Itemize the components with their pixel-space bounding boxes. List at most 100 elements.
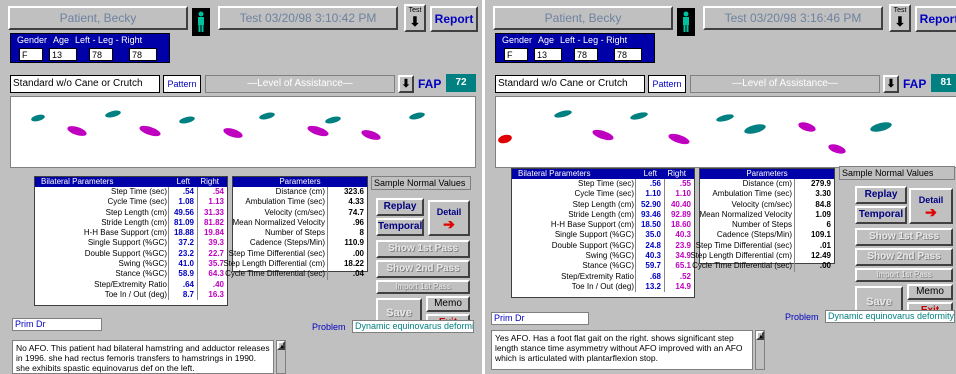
left-value: 23.2 — [168, 248, 195, 260]
fap-score: 72 — [446, 74, 476, 92]
level-of-assistance[interactable]: —Level of Assistance— — [690, 75, 880, 93]
notes-scrollbar[interactable]: ▲ — [755, 330, 765, 370]
right-value: .40 — [197, 279, 225, 290]
sample-normal-values[interactable]: Sample Normal Values — [371, 176, 471, 190]
param-label: Cycle Time Differential (sec) — [225, 269, 325, 279]
show-1st-pass-button[interactable]: Show 1st Pass — [855, 228, 953, 246]
temporal-button[interactable]: Temporal — [376, 218, 424, 236]
show-2nd-pass-button[interactable]: Show 2nd Pass — [855, 248, 953, 266]
right-footprint — [827, 142, 847, 156]
parameter-row: Velocity (cm/sec) 84.8 — [700, 199, 834, 210]
demographics-box: Gender Age Left - Leg - Right F 13 78 78 — [10, 33, 170, 63]
level-dropdown-button[interactable]: ⬇ — [398, 75, 414, 93]
param-value: 8 — [327, 228, 365, 239]
parameters-header: Parameters — [233, 177, 367, 187]
bilateral-row: Cycle Time (sec) 1.10 1.10 — [512, 189, 694, 200]
param-value: 323.6 — [327, 187, 365, 198]
show-1st-pass-button[interactable]: Show 1st Pass — [376, 240, 470, 258]
notes-scrollbar[interactable]: ▲ — [276, 340, 286, 374]
test-select-button[interactable]: Test ⬇ — [404, 4, 426, 32]
memo-button[interactable]: Memo — [907, 284, 953, 300]
param-label: Stance (%GC) — [115, 269, 167, 279]
age-field[interactable]: 13 — [49, 48, 77, 61]
test-datetime[interactable]: Test 03/20/98 3:10:42 PM — [218, 6, 398, 30]
right-value: 14.9 — [664, 281, 692, 293]
condition-field[interactable]: Standard w/o Cane or Crutch — [10, 75, 160, 93]
test-select-button[interactable]: Test ⬇ — [889, 4, 911, 32]
gender-field[interactable]: F — [504, 48, 528, 61]
bilateral-row: Cycle Time (sec) 1.08 1.13 — [35, 197, 227, 208]
footprint-display — [10, 96, 476, 168]
primary-doctor-field[interactable]: Prim Dr — [12, 318, 102, 331]
param-value: 1.09 — [794, 209, 832, 221]
param-value: 6 — [794, 220, 832, 231]
parameter-row: Velocity (cm/sec) 74.7 — [233, 207, 367, 218]
gender-field[interactable]: F — [19, 48, 43, 61]
left-leg-field[interactable]: 78 — [574, 48, 598, 61]
primary-doctor-field[interactable]: Prim Dr — [491, 312, 589, 325]
right-value: 40.3 — [664, 230, 692, 241]
left-leg-field[interactable]: 78 — [89, 48, 113, 61]
test-panel-left: Patient, Becky Test 03/20/98 3:10:42 PM … — [0, 0, 482, 374]
bilateral-row: Stride Length (cm) 81.09 81.82 — [35, 217, 227, 229]
detail-button[interactable]: Detail ➔ — [909, 188, 953, 224]
test-datetime[interactable]: Test 03/20/98 3:16:46 PM — [703, 6, 883, 30]
left-value: .64 — [168, 279, 195, 290]
scroll-up-icon[interactable]: ▲ — [756, 331, 764, 340]
bilateral-row: Stride Length (cm) 93.46 92.89 — [512, 209, 694, 221]
replay-button[interactable]: Replay — [855, 186, 907, 204]
level-dropdown-button[interactable]: ⬇ — [883, 75, 899, 93]
right-footprint — [66, 124, 88, 138]
left-value: .56 — [635, 179, 662, 190]
scroll-up-icon[interactable]: ▲ — [277, 341, 285, 350]
bilateral-title: Bilateral Parameters — [41, 177, 114, 186]
import-1st-pass-button[interactable]: Import 1st Pass — [855, 268, 953, 282]
left-value: 18.88 — [168, 228, 195, 239]
memo-button[interactable]: Memo — [426, 296, 470, 312]
bilateral-row: Double Support (%GC) 23.2 22.7 — [35, 248, 227, 260]
parameter-row: Number of Steps 6 — [700, 220, 834, 231]
parameters-table: Parameters Distance (cm) 323.6 Ambulation … — [223, 176, 368, 280]
person-icon[interactable] — [192, 8, 210, 36]
bilateral-row: Step Time (sec) .56.55 — [512, 179, 694, 190]
arrow-right-icon: ➔ — [443, 216, 455, 232]
param-label: Step Time (sec) — [577, 179, 634, 188]
age-field[interactable]: 13 — [534, 48, 562, 61]
param-value: 110.9 — [327, 238, 365, 249]
left-footprint — [30, 113, 46, 123]
detail-button[interactable]: Detail ➔ — [428, 200, 470, 236]
report-button[interactable]: Report — [430, 6, 478, 32]
problem-field[interactable]: Dynamic equinovarus deformity, managed — [825, 310, 955, 323]
notes-textarea[interactable]: Yes AFO. Has a foot flat gait on the rig… — [491, 330, 753, 370]
condition-field[interactable]: Standard w/o Cane or Crutch — [495, 75, 645, 93]
parameter-row: Mean Normalized Velocity 1.09 — [699, 209, 834, 221]
parameters-header: Parameters — [700, 169, 834, 179]
level-of-assistance[interactable]: —Level of Assistance— — [205, 75, 395, 93]
patient-name[interactable]: Patient, Becky — [8, 6, 188, 30]
param-label: Step/Extremity Ratio — [94, 279, 167, 289]
left-value: .54 — [168, 187, 195, 198]
bilateral-row: Single Support (%GC) 37.2 39.3 — [35, 238, 227, 249]
show-2nd-pass-button[interactable]: Show 2nd Pass — [376, 260, 470, 278]
problem-field[interactable]: Dynamic equinovarus deformity, managed — [352, 320, 474, 333]
import-1st-pass-button[interactable]: Import 1st Pass — [376, 280, 470, 294]
person-icon[interactable] — [677, 8, 695, 36]
right-leg-field[interactable]: 78 — [614, 48, 642, 61]
parameter-row: Number of Steps 8 — [233, 228, 367, 239]
param-label: Toe In / Out (deg) — [104, 289, 167, 299]
pattern-button[interactable]: Pattern — [163, 75, 201, 93]
param-label: Stride Length (cm) — [568, 209, 634, 219]
report-button[interactable]: Report — [915, 6, 956, 32]
right-leg-field[interactable]: 78 — [129, 48, 157, 61]
notes-textarea[interactable]: No AFO. This patient had bilateral hamst… — [12, 340, 274, 374]
patient-name[interactable]: Patient, Becky — [493, 6, 673, 30]
right-value: 65.1 — [664, 261, 692, 272]
left-value: 59.7 — [635, 261, 662, 272]
param-label: Velocity (cm/sec) — [731, 199, 792, 209]
temporal-button[interactable]: Temporal — [855, 206, 907, 224]
replay-button[interactable]: Replay — [376, 198, 424, 216]
sample-normal-values[interactable]: Sample Normal Values — [839, 166, 955, 180]
param-label: Mean Normalized Velocity — [699, 209, 792, 219]
pattern-button[interactable]: Pattern — [648, 75, 686, 93]
left-value: 81.09 — [168, 217, 195, 229]
